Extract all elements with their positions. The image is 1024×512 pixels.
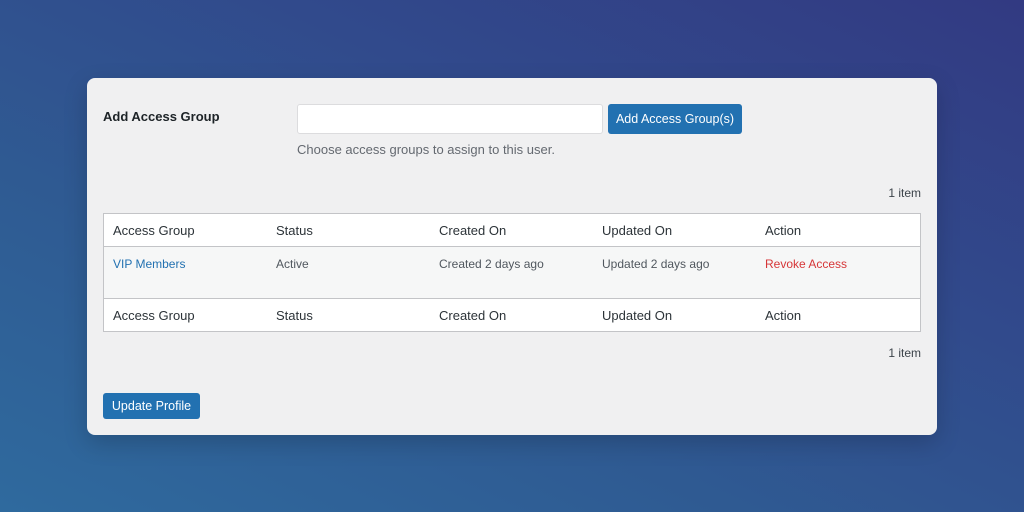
- column-header-access-group: Access Group: [113, 222, 195, 238]
- update-profile-button[interactable]: Update Profile: [103, 393, 200, 419]
- table-header: Access Group Status Created On Updated O…: [104, 214, 920, 247]
- updated-on-cell: Updated 2 days ago: [602, 257, 710, 271]
- column-footer-access-group: Access Group: [113, 307, 195, 323]
- add-access-group-label: Add Access Group: [103, 109, 220, 124]
- column-footer-status: Status: [276, 307, 313, 323]
- column-footer-action: Action: [765, 307, 802, 323]
- column-header-action: Action: [765, 222, 802, 238]
- created-on-cell: Created 2 days ago: [439, 257, 544, 271]
- item-count-bottom: 1 item: [888, 346, 921, 360]
- column-header-status: Status: [276, 222, 313, 238]
- item-count-top: 1 item: [888, 186, 921, 200]
- access-group-cell: VIP Members: [104, 257, 267, 298]
- access-group-description: Choose access groups to assign to this u…: [297, 142, 555, 157]
- column-header-updated-on: Updated On: [602, 222, 673, 238]
- column-header-created-on: Created On: [439, 222, 507, 238]
- access-group-link[interactable]: VIP Members: [113, 257, 185, 271]
- table-row: VIP Members Active Created 2 days ago Up…: [104, 247, 920, 298]
- access-group-panel: Add Access Group Add Access Group(s) Cho…: [87, 78, 937, 435]
- access-group-input[interactable]: [297, 104, 603, 134]
- access-groups-table: Access Group Status Created On Updated O…: [103, 213, 921, 332]
- action-cell: Revoke Access: [756, 257, 919, 298]
- column-footer-updated-on: Updated On: [602, 307, 673, 323]
- revoke-access-link[interactable]: Revoke Access: [765, 257, 847, 271]
- column-footer-created-on: Created On: [439, 307, 507, 323]
- status-cell: Active: [276, 257, 309, 271]
- add-access-groups-button[interactable]: Add Access Group(s): [608, 104, 742, 134]
- table-footer: Access Group Status Created On Updated O…: [104, 298, 920, 331]
